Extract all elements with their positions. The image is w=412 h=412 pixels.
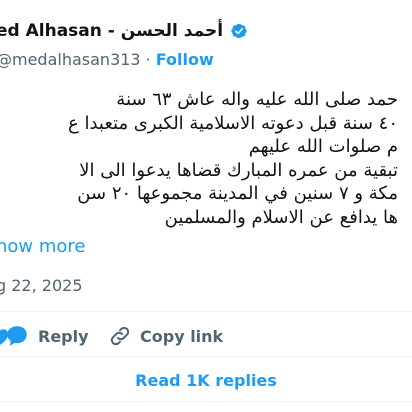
separator-dot: · (145, 49, 151, 69)
divider (0, 401, 412, 402)
author-display-name[interactable]: ed Alhasan - أحمد الحسن (0, 21, 223, 41)
post-date[interactable]: g 22, 2025 (0, 276, 83, 295)
post-text-line: ٤٠ سنة قبل دعوته الاسلامية الكبرى متعبدا… (67, 112, 398, 134)
post-text-line: مكة و ٧ سنين في المدينة مجموعها ٢٠ سن (77, 183, 398, 204)
reply-label: Reply (38, 326, 89, 346)
author-name-line[interactable]: ed Alhasan - أحمد الحسن (0, 18, 248, 44)
post-text-line: ها يدافع عن الاسلام والمسلمين (164, 206, 398, 228)
divider (0, 356, 412, 357)
reply-icon (4, 323, 30, 349)
author-handle-line: @medalhasan313 · Follow (0, 48, 214, 70)
reply-button[interactable]: Reply (4, 318, 89, 354)
show-more-link[interactable]: how more (0, 236, 90, 257)
post-text: حمد صلى الله عليه واله عاش ٦٣ سنة ٤٠ سنة… (0, 88, 398, 229)
read-replies-button[interactable]: Read 1K replies (0, 366, 412, 394)
follow-button[interactable]: Follow (156, 50, 214, 69)
post-header: ed Alhasan - أحمد الحسن @medalhasan313 ·… (0, 18, 412, 69)
post-text-line: تبقية من عمره المبارك قضاها يدعوا الى ال… (79, 159, 398, 181)
action-bar: Reply Copy link (0, 318, 412, 354)
author-handle[interactable]: medalhasan313 (12, 50, 141, 69)
author-handle-at: @ (0, 50, 12, 69)
divider (0, 311, 412, 312)
copy-link-button[interactable]: Copy link (108, 318, 223, 354)
link-icon (108, 324, 132, 348)
post-text-line: حمد صلى الله عليه واله عاش ٦٣ سنة (116, 89, 398, 110)
post-text-line: م صلوات الله عليهم (248, 136, 398, 157)
copy-link-label: Copy link (140, 326, 224, 346)
verified-badge-icon (230, 22, 248, 40)
